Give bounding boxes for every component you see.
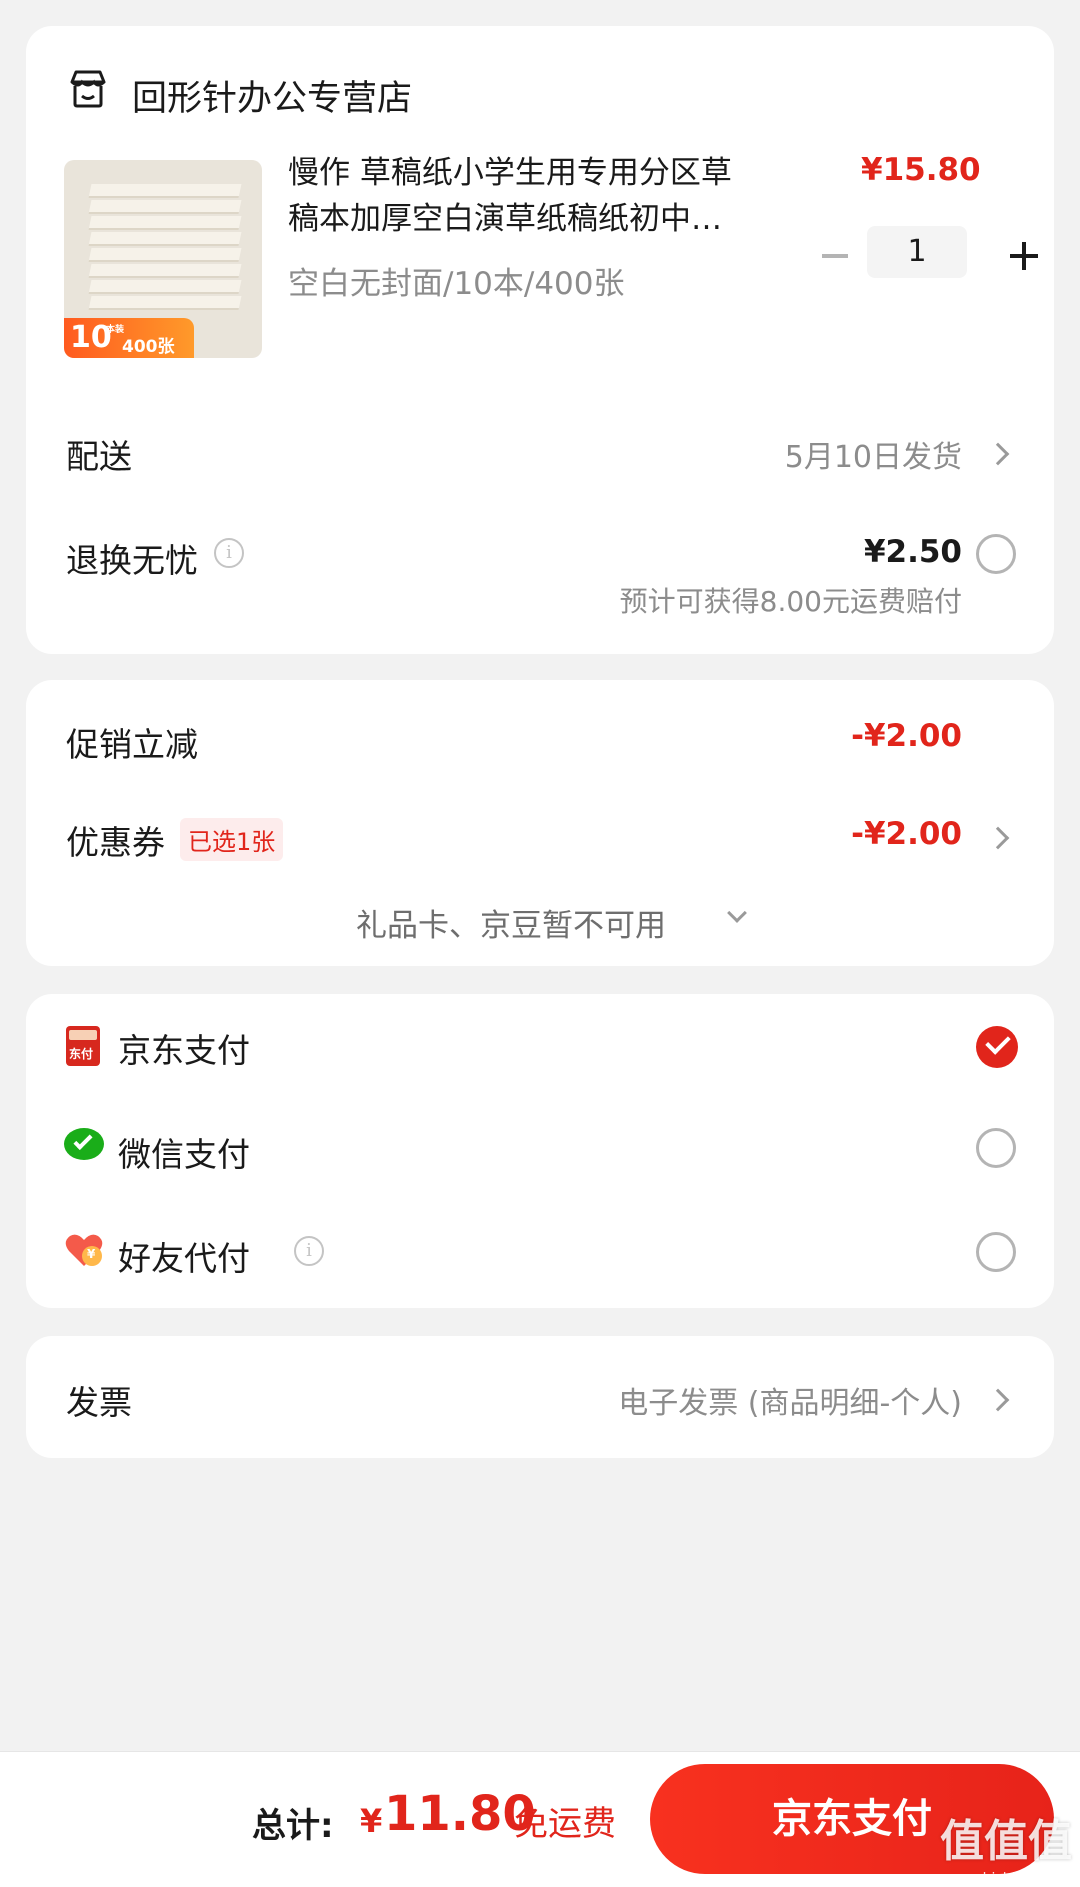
product-price: ¥15.80: [861, 152, 981, 188]
payment-option-friend[interactable]: ¥ 好友代付 i: [26, 1194, 1054, 1308]
invoice-value: 电子发票 (商品明细-个人): [618, 1386, 962, 1421]
quantity-input[interactable]: 1: [867, 226, 967, 278]
product-title[interactable]: 慢作 草稿纸小学生用专用分区草 稿本加厚空白演草纸稿纸初中…: [288, 150, 788, 242]
info-icon[interactable]: i: [294, 1236, 324, 1266]
giftcard-text: 礼品卡、京豆暂不可用: [356, 908, 666, 944]
return-worry-free-label: 退换无忧: [66, 541, 198, 580]
delivery-row[interactable]: 配送 5月10日发货: [26, 416, 1054, 486]
pay-button-label: 京东支付: [772, 1796, 932, 1842]
product-spec[interactable]: 空白无封面/10本/400张: [288, 258, 625, 303]
store-name[interactable]: 回形针办公专营店: [132, 70, 412, 121]
return-worry-free-note: 预计可获得8.00元运费赔付: [619, 585, 962, 618]
payment-option-wechat[interactable]: 微信支付: [26, 994, 1054, 1194]
payment-methods-card: 东付 京东支付 微信支付 ¥ 好友代付 i: [26, 994, 1054, 1308]
total-label: 总计:: [252, 1806, 334, 1846]
watermark-url: zhizhizhi.com: [975, 1871, 1070, 1887]
promo-label: 促销立减: [66, 725, 198, 764]
store-icon: [66, 68, 110, 110]
friend-pay-icon: ¥: [64, 1232, 104, 1268]
invoice-label: 发票: [66, 1383, 132, 1422]
coupon-row[interactable]: 优惠券 已选1张 -¥2.00: [26, 788, 1054, 868]
discounts-card: 促销立减 -¥2.00 优惠券 已选1张 -¥2.00 礼品卡、京豆暂不可用: [26, 680, 1054, 966]
product-title-line2: 稿本加厚空白演草纸稿纸初中…: [288, 201, 722, 237]
invoice-card[interactable]: 发票 电子发票 (商品明细-个人): [26, 1336, 1054, 1458]
chevron-right-icon: [986, 442, 1010, 466]
product-image[interactable]: 10 本装 400张: [64, 160, 262, 358]
delivery-date: 5月10日发货: [784, 440, 962, 475]
payment-label-wechat: 微信支付: [118, 1135, 250, 1174]
giftcard-toggle[interactable]: 礼品卡、京豆暂不可用: [356, 900, 756, 944]
return-worry-free-price: ¥2.50: [863, 534, 962, 570]
chevron-right-icon: [986, 826, 1010, 850]
coupon-value: -¥2.00: [851, 816, 962, 852]
watermark-logo: 值值值: [940, 1816, 1072, 1867]
chevron-right-icon: [986, 1388, 1010, 1412]
decrease-quantity-button[interactable]: [822, 254, 848, 258]
total-currency: ¥: [360, 1802, 383, 1840]
payment-radio-wechat[interactable]: [976, 1128, 1016, 1168]
payment-radio-friend[interactable]: [976, 1232, 1016, 1272]
product-image-badge: 10 本装 400张: [64, 318, 194, 358]
free-shipping-text: 免运费: [514, 1804, 616, 1844]
coupon-selected-badge: 已选1张: [180, 818, 284, 861]
promo-value: -¥2.00: [851, 718, 962, 754]
wechat-pay-icon: [64, 1128, 104, 1160]
payment-label-friend: 好友代付: [118, 1239, 250, 1278]
delivery-label: 配送: [66, 437, 132, 476]
product-title-line1: 慢作 草稿纸小学生用专用分区草: [288, 155, 732, 191]
checkout-bar: 总计: ¥ 11.80 免运费 京东支付 值值值 zhizhizhi.com: [0, 1751, 1080, 1887]
return-worry-free-radio[interactable]: [976, 534, 1016, 574]
order-item-card: 回形针办公专营店 10 本装 400张 慢作 草稿纸小学生用专用分区草 稿本加厚…: [26, 26, 1054, 654]
coupon-label: 优惠券: [66, 823, 165, 862]
increase-quantity-button[interactable]: [1010, 242, 1038, 270]
chevron-down-icon: [727, 903, 747, 923]
info-icon[interactable]: i: [214, 538, 244, 568]
